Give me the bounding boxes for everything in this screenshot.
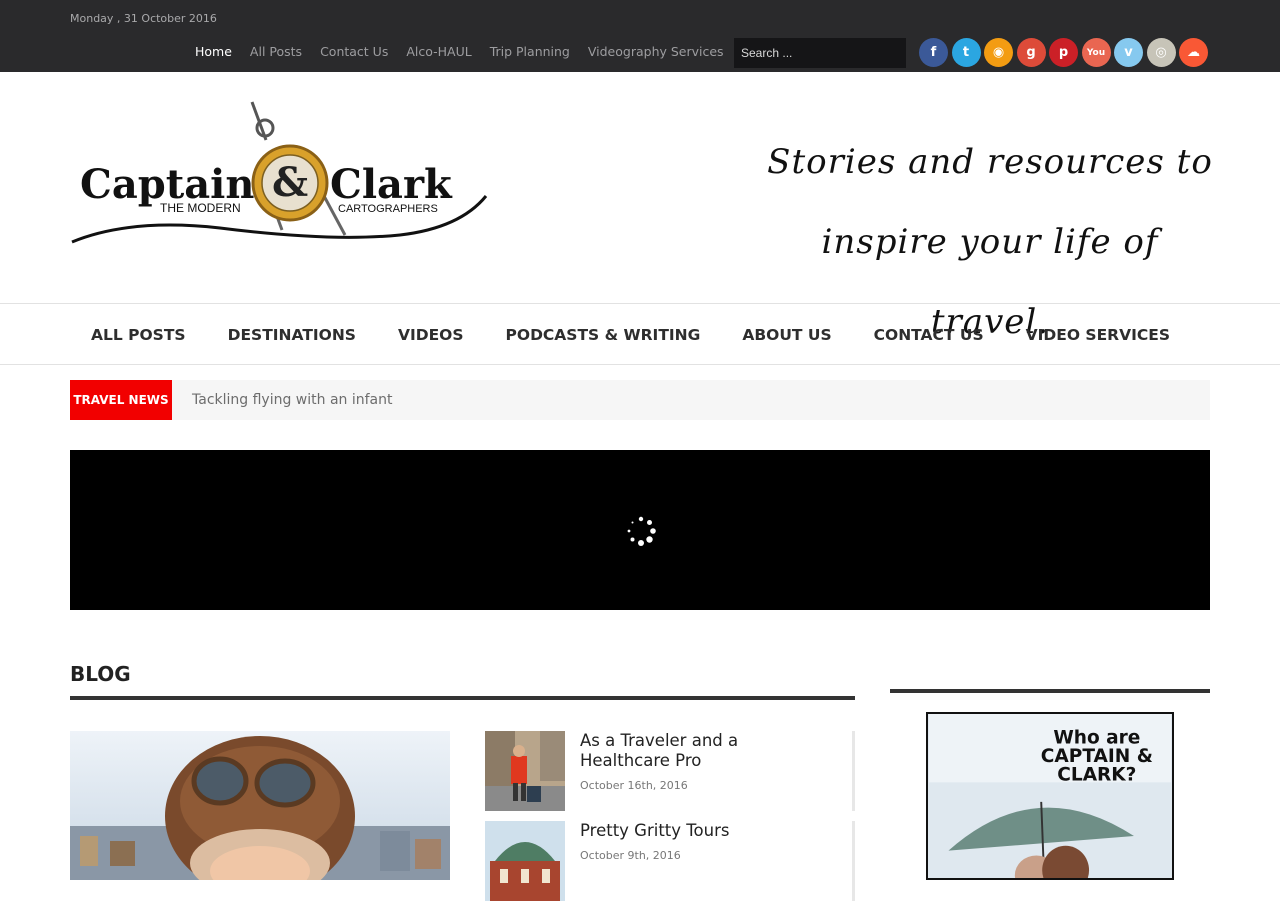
post-thumbnail[interactable] — [485, 731, 565, 811]
post-divider — [852, 731, 855, 811]
promo-line-3: CLARK? — [1057, 764, 1136, 785]
main-nav-contact-us[interactable]: CONTACT US — [853, 305, 1005, 365]
vimeo-icon[interactable]: v — [1114, 38, 1143, 67]
main-nav-videos[interactable]: VIDEOS — [377, 305, 485, 365]
post-divider — [852, 821, 855, 901]
tagline-line-1: Stories and resources to — [767, 142, 1213, 182]
blog-post-item[interactable]: As a Traveler and a Healthcare Pro Octob… — [485, 731, 855, 811]
main-nav-video-services[interactable]: VIDEO SERVICES — [1005, 305, 1191, 365]
top-nav-contact-us[interactable]: Contact Us — [320, 44, 388, 59]
post-date: October 16th, 2016 — [580, 779, 688, 792]
top-nav-videography-services[interactable]: Videography Services — [588, 44, 724, 59]
rss-icon[interactable]: ◉ — [984, 38, 1013, 67]
sidebar-divider — [890, 689, 1210, 693]
featured-post-image[interactable] — [70, 731, 450, 880]
top-bar: Monday , 31 October 2016 Home All Posts … — [0, 0, 1280, 72]
twitter-icon[interactable]: t — [951, 38, 981, 67]
logo-sub-right: CARTOGRAPHERS — [338, 203, 438, 215]
current-date: Monday , 31 October 2016 — [70, 12, 217, 25]
post-thumbnail[interactable] — [485, 821, 565, 901]
main-nav-destinations[interactable]: DESTINATIONS — [207, 305, 377, 365]
soundcloud-icon[interactable]: ☁ — [1179, 38, 1208, 67]
logo-title-right: Clark — [330, 161, 453, 208]
ticker-label: TRAVEL NEWS — [70, 380, 172, 420]
logo-sub-left: THE MODERN — [160, 201, 241, 215]
top-nav-alco-haul[interactable]: Alco-HAUL — [406, 44, 471, 59]
main-nav-about-us[interactable]: ABOUT US — [721, 305, 852, 365]
main-nav-podcasts-writing[interactable]: PODCASTS & WRITING — [485, 305, 722, 365]
pinterest-icon[interactable]: p — [1049, 38, 1078, 67]
top-nav-home[interactable]: Home — [195, 44, 232, 59]
about-promo-image[interactable]: Who are CAPTAIN & CLARK? — [926, 712, 1174, 880]
google-plus-icon[interactable]: g — [1016, 38, 1046, 67]
logo-ampersand: & — [272, 159, 308, 206]
post-title[interactable]: Pretty Gritty Tours — [580, 821, 820, 841]
blog-divider — [70, 696, 855, 700]
featured-slider[interactable] — [70, 450, 1210, 610]
search-input[interactable] — [734, 38, 906, 68]
post-date: October 9th, 2016 — [580, 849, 681, 862]
youtube-icon[interactable]: You — [1081, 38, 1111, 67]
loading-spinner-icon — [627, 516, 656, 546]
site-logo[interactable]: & Captain Clark THE MODERN CARTOGRAPHERS — [70, 100, 490, 250]
ticker-headline[interactable]: Tackling flying with an infant — [192, 380, 393, 420]
main-nav: ALL POSTS DESTINATIONS VIDEOS PODCASTS &… — [0, 305, 1280, 365]
blog-heading: BLOG — [70, 662, 131, 686]
blog-post-item[interactable]: Pretty Gritty Tours October 9th, 2016 — [485, 821, 855, 901]
main-nav-all-posts[interactable]: ALL POSTS — [70, 305, 207, 365]
top-nav-all-posts[interactable]: All Posts — [250, 44, 302, 59]
site-header: & Captain Clark THE MODERN CARTOGRAPHERS… — [0, 72, 1280, 342]
top-nav-trip-planning[interactable]: Trip Planning — [490, 44, 570, 59]
post-title[interactable]: As a Traveler and a Healthcare Pro — [580, 731, 820, 771]
facebook-icon[interactable]: f — [919, 38, 948, 67]
news-ticker: TRAVEL NEWS Tackling flying with an infa… — [70, 380, 1210, 420]
instagram-icon[interactable]: ◎ — [1146, 38, 1176, 67]
top-nav: Home All Posts Contact Us Alco-HAUL Trip… — [195, 44, 742, 59]
social-icons: f t ◉ g p You v ◎ ☁ — [919, 38, 1208, 67]
